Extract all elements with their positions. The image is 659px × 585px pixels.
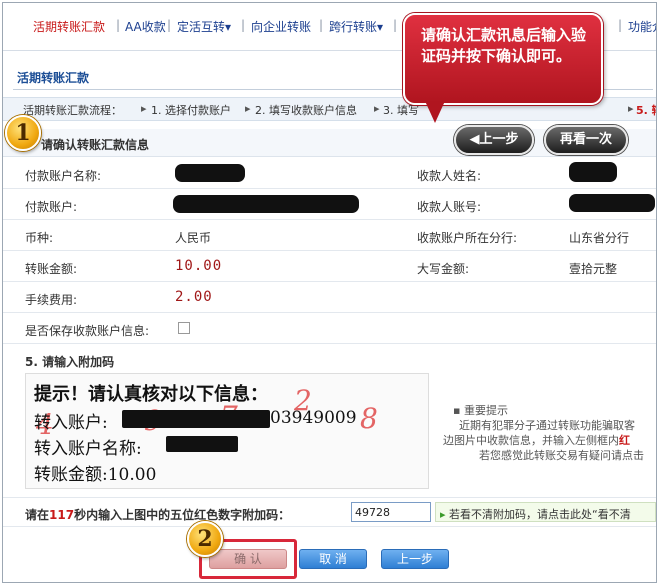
step-arrow-icon: ▸ <box>628 102 634 115</box>
amount-uppercase-label: 大写金额: <box>417 262 470 276</box>
captcha-heading: 提示！请认真核对以下信息： <box>34 384 268 405</box>
captcha-input[interactable] <box>351 502 431 522</box>
tab-fixed-current[interactable]: 定活互转▾ <box>177 18 231 35</box>
captcha-line3: 转账金额:10.00 <box>34 465 157 485</box>
captcha-label-pre: 请在 <box>25 508 50 522</box>
nav-separator: | <box>167 18 172 32</box>
hint-arrow-icon: ▸ <box>440 508 446 521</box>
redacted-captcha-name <box>166 436 238 452</box>
amount-label: 转账金额: <box>25 262 78 276</box>
captcha-line1-label: 转入账户: <box>34 413 108 433</box>
tips-line2-red: 红 <box>619 434 630 447</box>
redacted-payee-account <box>569 194 655 212</box>
payee-account-label: 收款人账号: <box>417 200 482 214</box>
info-row: 转账金额: 10.00 大写金额: 壹拾元整 <box>3 251 656 282</box>
info-row: 币种: 人民币 收款账户所在分行: 山东省分行 <box>3 220 656 251</box>
step-badge-1: 1 <box>5 115 41 151</box>
cancel-button[interactable]: 取 消 <box>299 549 367 569</box>
info-row: 是否保存收款账户信息: <box>3 313 656 344</box>
info-row: 付款账户名称: 收款人姓名: <box>3 158 656 189</box>
nav-separator: | <box>241 18 246 32</box>
confirm-info-title: 请确认转账汇款信息 <box>41 138 150 152</box>
hint-text: 若看不清附加码，请点击此处 <box>449 508 593 521</box>
captcha-refresh-hint[interactable]: ▸ 若看不清附加码，请点击此处“看不清 <box>435 502 656 522</box>
overlay-replay-button[interactable]: 再看一次 <box>544 125 628 155</box>
captcha-entry-row: 请在117秒内输入上图中的五位红色数字附加码： ▸ 若看不清附加码，请点击此处“… <box>3 497 656 527</box>
info-row: 手续费用: 2.00 <box>3 282 656 313</box>
redacted-payer-name <box>175 164 245 182</box>
steps-prefix: 活期转账汇款流程： <box>23 104 122 117</box>
redacted-payer-account <box>173 195 359 213</box>
nav-separator: | <box>618 18 623 32</box>
tab-features[interactable]: 功能介 <box>628 18 656 35</box>
tips-line1: 近期有犯罪分子通过转账功能骗取客 <box>459 419 635 432</box>
captcha-section-header: 5. 请输入附加码 <box>3 349 656 371</box>
tips-line3: 若您感觉此转账交易有疑问请点击 <box>479 449 644 462</box>
tab-current-transfer[interactable]: 活期转账汇款 <box>33 18 105 35</box>
currency-value: 人民币 <box>175 231 212 245</box>
captcha-label-post: 秒内输入上图中的五位红色数字附加码： <box>74 508 291 522</box>
back-button[interactable]: 上一步 <box>381 549 449 569</box>
amount-uppercase-value: 壹拾元整 <box>569 262 618 276</box>
captcha-line2-label: 转入账户名称: <box>34 439 142 459</box>
fee-label: 手续费用: <box>25 293 78 307</box>
tips-title: ▪ 重要提示 <box>453 404 508 417</box>
step-arrow-icon: ▸ <box>374 102 380 115</box>
confirm-button[interactable]: 确 认 <box>209 549 287 569</box>
payee-name-label: 收款人姓名: <box>417 169 482 183</box>
nav-separator: | <box>319 18 324 32</box>
payer-account-label: 付款账户: <box>25 200 78 214</box>
save-payee-label: 是否保存收款账户信息: <box>25 324 150 338</box>
countdown-seconds: 117 <box>49 508 75 522</box>
captcha-line1-tail: 03949009 <box>270 408 357 428</box>
captcha-red-digit: 8 <box>360 402 378 435</box>
fee-value: 2.00 <box>175 289 213 305</box>
step-1: 1. 选择付款账户 <box>151 104 231 117</box>
hint-link[interactable]: “看不清 <box>592 508 631 521</box>
step-badge-2: 2 <box>187 521 223 557</box>
nav-separator: | <box>393 18 398 32</box>
nav-separator: | <box>116 18 121 32</box>
tab-aa-collection[interactable]: AA收款 <box>125 18 166 35</box>
page-frame: 活期转账汇款 | AA收款 | 定活互转▾ | 向企业转账 | 跨行转账▾ | … <box>2 2 657 583</box>
redacted-captcha-account <box>122 410 270 428</box>
instruction-callout: 请确认汇款讯息后输入验证码并按下确认即可。 <box>403 13 603 105</box>
tab-to-company[interactable]: 向企业转账 <box>251 18 311 35</box>
step-arrow-icon: ▸ <box>141 102 147 115</box>
tab-interbank[interactable]: 跨行转账▾ <box>329 18 383 35</box>
step-5: 5. 输 <box>636 104 656 117</box>
payee-branch-value: 山东省分行 <box>569 231 630 245</box>
amount-value: 10.00 <box>175 258 223 274</box>
step-2: 2. 填写收款账户信息 <box>255 104 357 117</box>
info-row: 付款账户: 收款人账号: <box>3 189 656 220</box>
tips-line2: 边图片中收款信息，并输入左侧框内红 <box>443 433 630 448</box>
redacted-payee-name <box>569 162 617 182</box>
currency-label: 币种: <box>25 231 54 245</box>
payee-branch-label: 收款账户所在分行: <box>417 231 518 245</box>
callout-tail <box>425 101 445 123</box>
overlay-prev-button[interactable]: ◀上一步 <box>454 125 534 155</box>
captcha-image: 4 9 7 2 8 提示！请认真核对以下信息： 转入账户: 03949009 转… <box>25 373 429 489</box>
page-title: 活期转账汇款 <box>17 71 90 85</box>
save-payee-checkbox[interactable] <box>178 322 190 334</box>
captcha-section-label: 5. 请输入附加码 <box>25 355 115 369</box>
callout-text: 请确认汇款讯息后输入验证码并按下确认即可。 <box>421 26 587 65</box>
tips-line2-text: 边图片中收款信息，并输入左侧框内 <box>443 434 619 447</box>
step-arrow-icon: ▸ <box>245 102 251 115</box>
payer-name-label: 付款账户名称: <box>25 169 102 183</box>
captcha-entry-label: 请在117秒内输入上图中的五位红色数字附加码： <box>25 506 290 523</box>
